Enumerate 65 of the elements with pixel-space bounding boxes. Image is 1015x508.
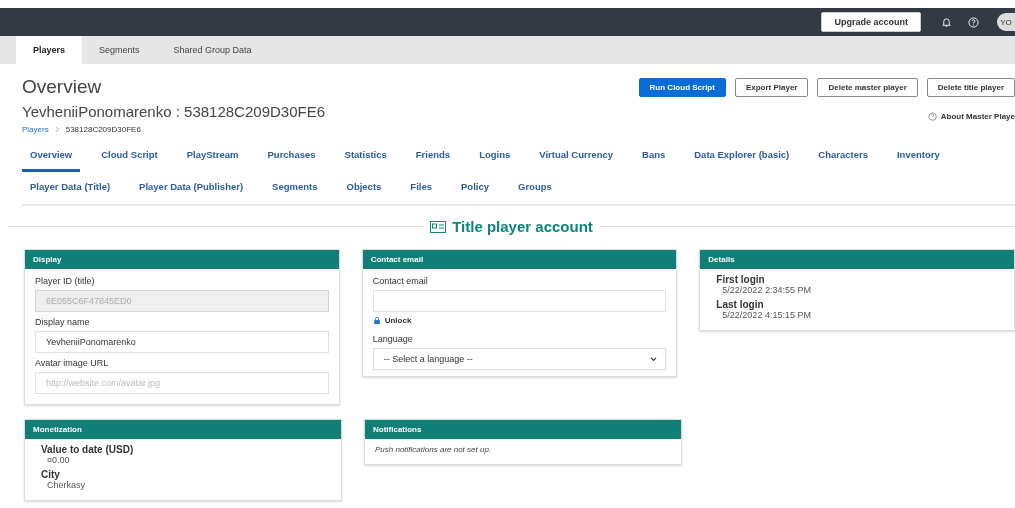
id-card-icon xyxy=(430,220,447,233)
text-field[interactable]: http://website.com/avatar.jpg xyxy=(35,372,329,394)
player-tab[interactable]: Friends xyxy=(407,140,459,172)
unlock-link[interactable]: Unlock xyxy=(384,316,412,325)
card-header: Monetization xyxy=(25,420,341,439)
action-button[interactable]: Export Player xyxy=(734,78,809,97)
upgrade-account-button[interactable]: Upgrade account xyxy=(821,12,921,32)
chevron-down-icon xyxy=(650,356,658,362)
player-tab[interactable]: Statistics xyxy=(336,140,395,172)
player-tab[interactable]: Overview xyxy=(22,140,81,172)
card-header: Display xyxy=(25,250,339,269)
card-header: Details xyxy=(700,250,1014,269)
player-tab[interactable]: Data Explorer (basic) xyxy=(686,140,798,172)
player-tab[interactable]: Logins xyxy=(471,140,519,172)
info-value: ¤0.00 xyxy=(46,455,71,465)
info-label: Value to date (USD) xyxy=(41,444,135,455)
about-master-player-link[interactable]: About Master Playe xyxy=(940,112,1015,121)
player-tab[interactable]: Player Data (Publisher) xyxy=(131,172,252,204)
help-icon xyxy=(927,112,937,121)
action-button[interactable]: Delete master player xyxy=(817,78,918,97)
bell-icon[interactable] xyxy=(941,16,952,28)
player-tab[interactable]: Files xyxy=(402,172,440,204)
chevron-icon xyxy=(54,126,60,133)
card-header: Contact email xyxy=(362,250,677,269)
player-tab[interactable]: Segments xyxy=(264,172,326,204)
info-label: City xyxy=(41,469,60,480)
field-label: Display name xyxy=(35,317,91,327)
info-value: 5/22/2022 4:15:15 PM xyxy=(721,310,812,320)
field-label: Language xyxy=(372,334,414,344)
lock-icon xyxy=(372,316,381,325)
page-title: Overview xyxy=(22,76,103,98)
info-value: Cherkasy xyxy=(47,480,86,490)
language-select[interactable]: -- Select a language -- xyxy=(372,348,667,370)
info-label: First login xyxy=(716,274,766,285)
info-value: 5/22/2022 2:34:55 PM xyxy=(721,285,812,295)
card-header: Notifications xyxy=(365,420,681,439)
player-tab[interactable]: Bans xyxy=(634,140,674,172)
player-heading: YevheniiPonomarenko : 538128C209D30FE6 xyxy=(22,103,325,120)
player-tab[interactable]: Policy xyxy=(453,172,497,204)
help-icon[interactable] xyxy=(968,16,979,28)
field-label: Avatar image URL xyxy=(35,358,110,368)
notification-text: Push notifications are not set up. xyxy=(375,445,493,454)
action-button[interactable]: Run Cloud Script xyxy=(638,78,726,97)
nav-tab[interactable]: Shared Group Data xyxy=(156,36,269,64)
player-tab[interactable]: Purchases xyxy=(259,140,324,172)
breadcrumb-current: 538128C209D30FE6 xyxy=(65,125,141,134)
section-title: Title player account xyxy=(452,218,593,235)
player-tab[interactable]: Objects xyxy=(338,172,390,204)
breadcrumb-link[interactable]: Players xyxy=(22,125,49,134)
player-tab[interactable]: Characters xyxy=(810,140,876,172)
player-tab[interactable]: Player Data (Title) xyxy=(22,172,119,204)
player-tab[interactable]: Virtual Currency xyxy=(531,140,621,172)
nav-tab[interactable]: Players xyxy=(16,36,83,64)
action-button[interactable]: Delete title player xyxy=(926,78,1015,97)
field-label: Contact email xyxy=(372,276,429,286)
user-avatar[interactable]: YO xyxy=(997,13,1015,31)
player-tab[interactable]: PlayStream xyxy=(178,140,247,172)
text-field[interactable] xyxy=(372,290,667,312)
player-tab[interactable]: Inventory xyxy=(888,140,948,172)
nav-tab[interactable]: Segments xyxy=(82,36,157,64)
player-tab[interactable]: Groups xyxy=(510,172,560,204)
info-label: Last login xyxy=(716,299,765,310)
text-field[interactable]: YevheniiPonomarenko xyxy=(35,331,329,353)
player-tab[interactable]: Cloud Script xyxy=(93,140,166,172)
field-label: Player ID (title) xyxy=(35,276,96,286)
